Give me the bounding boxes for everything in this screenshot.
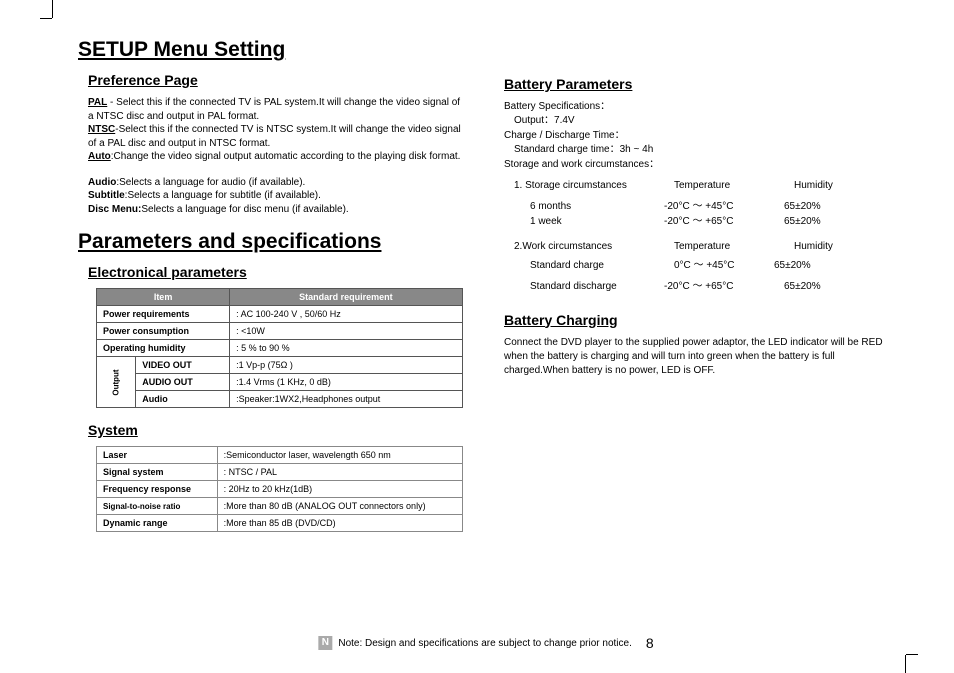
heading-parameters: Parameters and specifications (78, 230, 468, 254)
batt-storage-label: Storage and work circumstances： (504, 158, 894, 172)
page-content: SETUP Menu Setting Preference Page PAL -… (78, 38, 894, 653)
heading-preference: Preference Page (88, 72, 468, 88)
heading-electronical: Electronical parameters (88, 264, 468, 280)
table-row: AUDIO OUT:1.4 Vrms (1 KHz, 0 dB) (97, 374, 463, 391)
batt-spec: Battery Specifications： (504, 100, 894, 114)
system-table: Laser:Semiconductor laser, wavelength 65… (96, 446, 463, 532)
left-column: SETUP Menu Setting Preference Page PAL -… (78, 38, 468, 653)
para-audio: Audio:Selects a language for audio (if a… (88, 176, 468, 190)
table-row: Frequency response: 20Hz to 20 kHz(1dB) (97, 481, 463, 498)
para-auto: Auto:Change the video signal output auto… (88, 150, 468, 164)
table-row: Audio:Speaker:1WX2,Headphones output (97, 391, 463, 408)
heading-setup: SETUP Menu Setting (78, 38, 468, 62)
note-text: Note: Design and specifications are subj… (338, 638, 632, 649)
para-pal: PAL - Select this if the connected TV is… (88, 96, 468, 123)
table-row: Laser:Semiconductor laser, wavelength 65… (97, 447, 463, 464)
heading-battery-charging: Battery Charging (504, 312, 894, 328)
work-row: Standard charge0°C ～ +45°C65±20% (530, 258, 894, 273)
note-icon: N (318, 636, 332, 650)
page-number: 8 (646, 635, 654, 651)
storage-row: 6 months-20°C ～ +45°C65±20% (530, 199, 894, 214)
para-subtitle: Subtitle:Selects a language for subtitle… (88, 189, 468, 203)
para-discmenu: Disc Menu:Selects a language for disc me… (88, 203, 468, 217)
table-row: Power requirements: AC 100-240 V , 50/60… (97, 306, 463, 323)
electronical-table: Item Standard requirement Power requirem… (96, 288, 463, 408)
storage-head: 1. Storage circumstancesTemperatureHumid… (514, 178, 894, 193)
th-item: Item (97, 289, 230, 306)
storage-row: 1 week-20°C ～ +65°C65±20% (530, 214, 894, 229)
batt-output: Output：7.4V (514, 114, 894, 128)
heading-system: System (88, 422, 468, 438)
work-row: Standard discharge-20°C ～ +65°C65±20% (530, 279, 894, 294)
th-req: Standard requirement (230, 289, 462, 306)
table-row: Dynamic range:More than 85 dB (DVD/CD) (97, 515, 463, 532)
para-ntsc: NTSC-Select this if the connected TV is … (88, 123, 468, 150)
batt-charge-time: Standard charge time：3h ~ 4h (514, 143, 894, 157)
heading-battery-params: Battery Parameters (504, 76, 894, 92)
work-head: 2.Work circumstancesTemperatureHumidity (514, 239, 894, 254)
table-row: Signal-to-noise ratio:More than 80 dB (A… (97, 498, 463, 515)
right-column: Battery Parameters Battery Specification… (504, 38, 894, 653)
footer-note: N Note: Design and specifications are su… (318, 635, 653, 651)
table-row: Output VIDEO OUT:1 Vp-p (75Ω ) (97, 357, 463, 374)
table-row: Signal system: NTSC / PAL (97, 464, 463, 481)
charging-text: Connect the DVD player to the supplied p… (504, 336, 894, 378)
table-row: Operating humidity: 5 % to 90 % (97, 340, 463, 357)
batt-charge-label: Charge / Discharge Time： (504, 129, 894, 143)
table-row: Power consumption: <10W (97, 323, 463, 340)
